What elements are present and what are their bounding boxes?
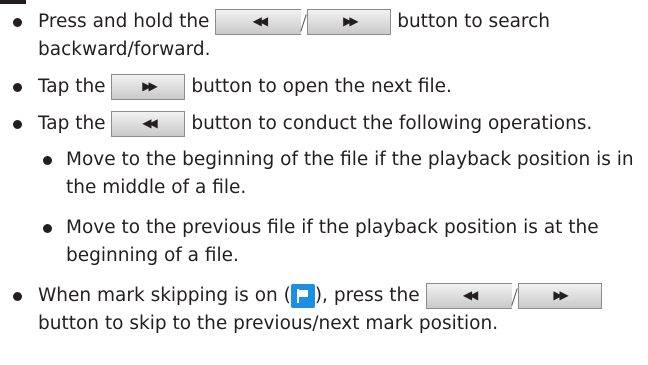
sub-list-item: Move to the beginning of the file if the… bbox=[38, 146, 640, 202]
fast-forward-icon: ▶▶ bbox=[142, 79, 157, 93]
section-marker bbox=[0, 0, 26, 4]
list-item: Tap the ▶▶ button to open the next file. bbox=[0, 73, 640, 101]
list-item: Tap the ◀◀ button to conduct the followi… bbox=[0, 110, 640, 270]
item-text-after: button to open the next file. bbox=[185, 76, 452, 97]
item-text-before: Tap the bbox=[38, 76, 106, 97]
mark-flag-icon bbox=[290, 284, 315, 308]
rewind-icon: ◀◀ bbox=[462, 288, 478, 302]
rewind-icon: ◀◀ bbox=[142, 116, 157, 130]
sub-list: Move to the beginning of the file if the… bbox=[38, 146, 640, 270]
bullet bbox=[43, 156, 52, 165]
rewind-button[interactable]: ◀◀ bbox=[425, 283, 512, 309]
fast-forward-button[interactable]: ▶▶ bbox=[307, 9, 392, 35]
instruction-list: Press and hold the ◀◀ ▶▶ button to search… bbox=[0, 8, 640, 347]
bullet bbox=[13, 83, 22, 92]
rewind-button[interactable]: ◀◀ bbox=[215, 9, 302, 35]
bullet bbox=[13, 292, 22, 301]
sub-item-text: Move to the previous file if the playbac… bbox=[66, 217, 599, 266]
bullet bbox=[43, 224, 52, 233]
item-text-after: button to conduct the following operatio… bbox=[185, 113, 593, 134]
item-text-after: button to skip to the previous/next mark… bbox=[38, 313, 499, 334]
list-item: When mark skipping is on ( ), press the ◀… bbox=[0, 282, 640, 338]
bullet bbox=[13, 18, 22, 27]
fast-forward-icon: ▶▶ bbox=[343, 14, 358, 28]
fast-forward-icon: ▶▶ bbox=[553, 288, 568, 302]
item-text-before: Tap the bbox=[38, 113, 106, 134]
list-item: Press and hold the ◀◀ ▶▶ button to search… bbox=[0, 8, 640, 64]
item-text-middle: ), press the bbox=[314, 285, 420, 306]
item-text-before: Press and hold the bbox=[38, 11, 210, 32]
item-text-before: When mark skipping is on ( bbox=[38, 285, 291, 306]
bullet bbox=[13, 120, 22, 129]
sub-list-item: Move to the previous file if the playbac… bbox=[38, 214, 640, 270]
rewind-icon: ◀◀ bbox=[252, 14, 268, 28]
fast-forward-button[interactable]: ▶▶ bbox=[111, 74, 186, 100]
rewind-button[interactable]: ◀◀ bbox=[111, 111, 186, 137]
fast-forward-button[interactable]: ▶▶ bbox=[517, 283, 602, 309]
sub-item-text: Move to the beginning of the file if the… bbox=[66, 149, 634, 198]
